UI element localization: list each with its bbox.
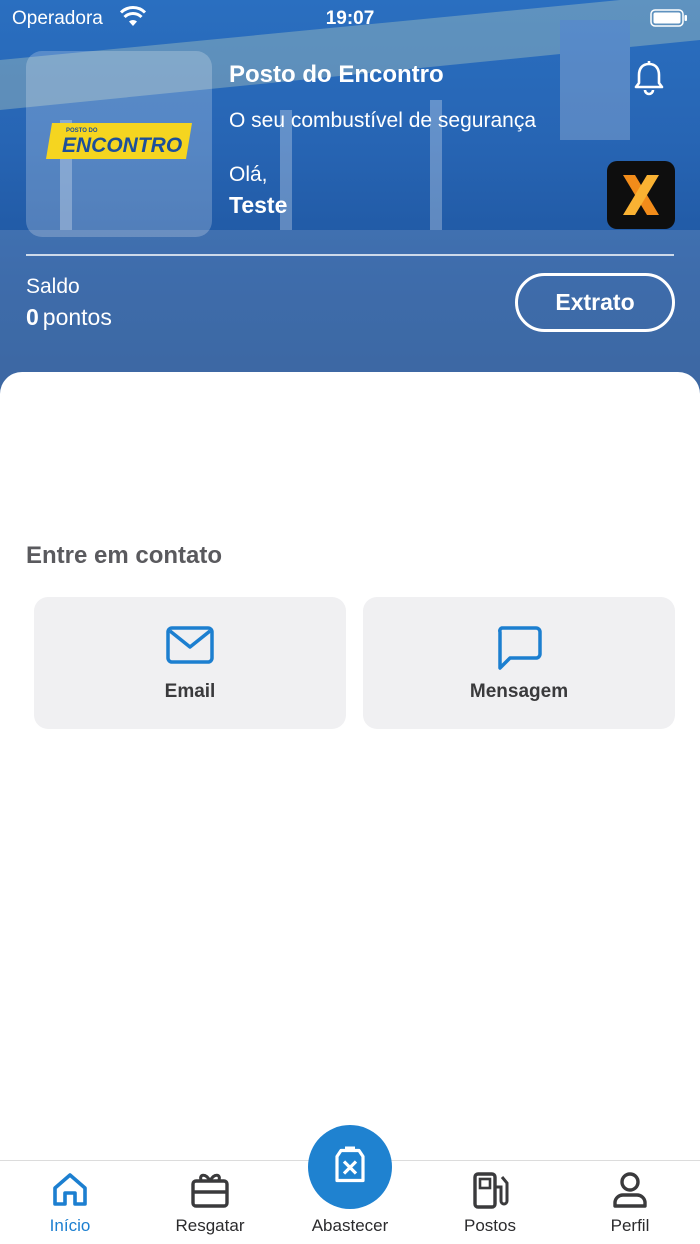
email-label: Email bbox=[164, 681, 216, 702]
clock: 19:07 bbox=[325, 8, 375, 29]
message-contact-button[interactable]: Mensagem bbox=[363, 597, 675, 729]
tab-stations-label: Postos bbox=[464, 1216, 516, 1235]
station-logo-card: POSTO DO ENCONTRO bbox=[26, 51, 212, 237]
station-logo: POSTO DO ENCONTRO bbox=[46, 123, 192, 159]
tab-profile[interactable]: Perfil bbox=[560, 1161, 700, 1244]
refuel-fab-button[interactable] bbox=[308, 1125, 392, 1209]
station-slogan: O seu combustível de segurança bbox=[229, 109, 537, 132]
content-sheet bbox=[0, 372, 700, 1172]
balance-unit: pontos bbox=[42, 304, 112, 330]
status-bar: Operadora 19:07 bbox=[0, 0, 700, 36]
balance-label: Saldo bbox=[26, 275, 80, 298]
partner-logo[interactable]: X bbox=[607, 161, 675, 229]
message-label: Mensagem bbox=[469, 681, 569, 702]
tab-refuel-label: Abastecer bbox=[311, 1216, 389, 1235]
greeting-text: Olá, bbox=[229, 163, 268, 186]
balance-points: 0 bbox=[26, 304, 39, 330]
header-divider bbox=[26, 254, 674, 256]
tab-profile-label: Perfil bbox=[610, 1216, 650, 1235]
user-icon bbox=[612, 1171, 648, 1214]
home-icon bbox=[51, 1171, 89, 1212]
station-name: Posto do Encontro bbox=[229, 61, 444, 88]
email-contact-button[interactable]: Email bbox=[34, 597, 346, 729]
battery-icon bbox=[650, 9, 688, 27]
user-name: Teste bbox=[229, 192, 288, 218]
contact-section-title: Entre em contato bbox=[26, 542, 223, 569]
tab-redeem[interactable]: Resgatar bbox=[140, 1161, 280, 1244]
header-banner: Operadora 19:07 POSTO DO ENCONTRO Posto … bbox=[0, 0, 700, 400]
tab-redeem-label: Resgatar bbox=[175, 1216, 245, 1235]
logo-big-text: ENCONTRO bbox=[62, 134, 182, 157]
tab-home[interactable]: Início bbox=[0, 1161, 140, 1244]
chat-bubble-icon bbox=[496, 625, 542, 676]
envelope-icon bbox=[166, 625, 214, 670]
bell-icon[interactable] bbox=[632, 60, 666, 96]
tab-home-label: Início bbox=[49, 1216, 91, 1235]
statement-button[interactable]: Extrato bbox=[515, 273, 675, 332]
fuel-can-icon bbox=[333, 1145, 367, 1190]
balance-value: 0 pontos bbox=[26, 304, 112, 331]
gift-card-icon bbox=[190, 1171, 230, 1214]
fuel-pump-icon bbox=[471, 1171, 509, 1216]
tab-stations[interactable]: Postos bbox=[420, 1161, 560, 1244]
